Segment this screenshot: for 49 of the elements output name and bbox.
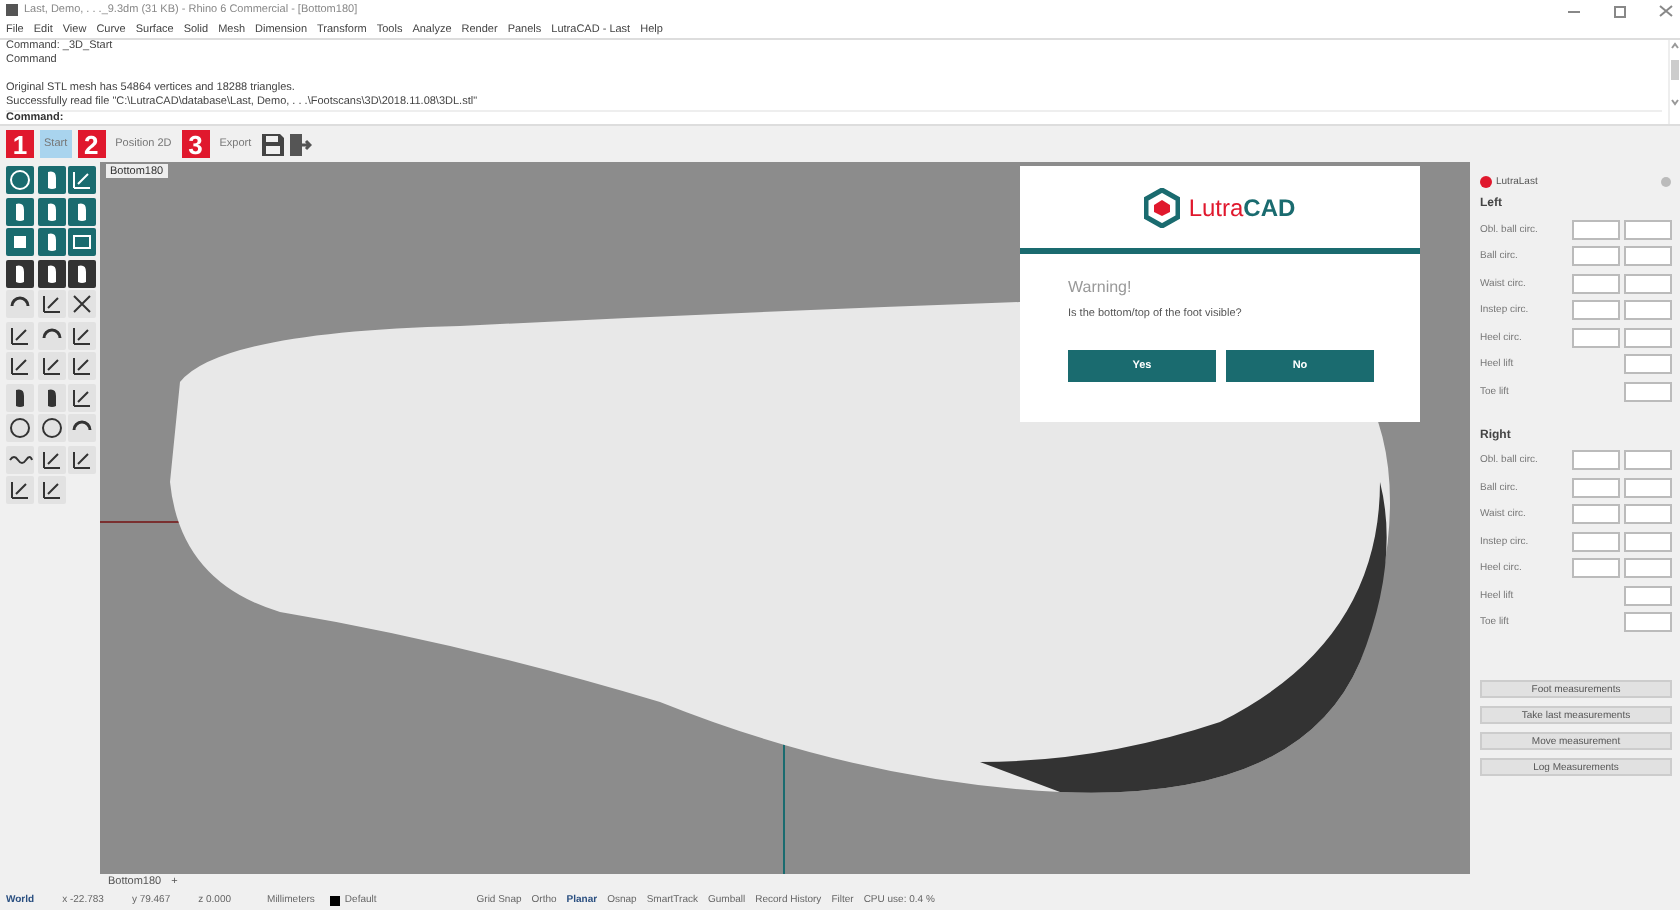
input-field[interactable] xyxy=(1572,246,1620,267)
input-field[interactable] xyxy=(1624,531,1672,552)
restore-icon[interactable] xyxy=(1612,3,1628,17)
input-field[interactable] xyxy=(1624,300,1672,321)
input-field[interactable] xyxy=(1624,273,1672,294)
logo-icon xyxy=(1144,187,1181,227)
input-field[interactable] xyxy=(1624,354,1672,375)
input-field[interactable] xyxy=(1624,612,1672,633)
input-field[interactable] xyxy=(1624,246,1672,267)
foot-icon[interactable] xyxy=(6,197,34,225)
input-field[interactable] xyxy=(1624,585,1672,606)
step-number: 2 xyxy=(77,130,106,158)
foot-icon[interactable] xyxy=(37,383,65,411)
logo-icon xyxy=(1480,176,1492,188)
dialog-title: Warning! xyxy=(1066,276,1134,296)
step-number: 3 xyxy=(181,130,210,158)
foot-icon[interactable] xyxy=(68,259,96,287)
foot-icon[interactable] xyxy=(6,259,34,287)
input-field[interactable] xyxy=(1572,219,1620,240)
input-field[interactable] xyxy=(1572,327,1620,348)
wave-icon[interactable] xyxy=(6,445,34,473)
exit-icon[interactable] xyxy=(289,133,312,155)
step-number: 1 xyxy=(6,130,34,158)
input-field[interactable] xyxy=(1572,450,1620,471)
save-icon[interactable] xyxy=(261,133,284,155)
foot-icon[interactable] xyxy=(37,166,65,194)
close-icon[interactable] xyxy=(1658,3,1674,17)
foot-icon[interactable] xyxy=(6,383,34,411)
foot-icon[interactable] xyxy=(37,197,65,225)
input-field[interactable] xyxy=(1572,300,1620,321)
logo-text: LutraCAD xyxy=(1188,193,1296,221)
input-field[interactable] xyxy=(1572,558,1620,579)
input-field[interactable] xyxy=(1572,504,1620,525)
app-icon xyxy=(6,4,18,16)
cross-icon[interactable] xyxy=(68,290,96,318)
foot-icon[interactable] xyxy=(37,228,65,256)
input-field[interactable] xyxy=(1572,531,1620,552)
foot-icon[interactable] xyxy=(37,259,65,287)
layer-swatch-icon xyxy=(330,895,341,905)
input-field[interactable] xyxy=(1624,219,1672,240)
foot-icon[interactable] xyxy=(68,197,96,225)
input-field[interactable] xyxy=(1624,381,1672,402)
input-field[interactable] xyxy=(1572,273,1620,294)
input-field[interactable] xyxy=(1624,504,1672,525)
input-field[interactable] xyxy=(1624,450,1672,471)
input-field[interactable] xyxy=(1624,477,1672,498)
input-field[interactable] xyxy=(1572,477,1620,498)
input-field[interactable] xyxy=(1624,558,1672,579)
input-field[interactable] xyxy=(1624,327,1672,348)
